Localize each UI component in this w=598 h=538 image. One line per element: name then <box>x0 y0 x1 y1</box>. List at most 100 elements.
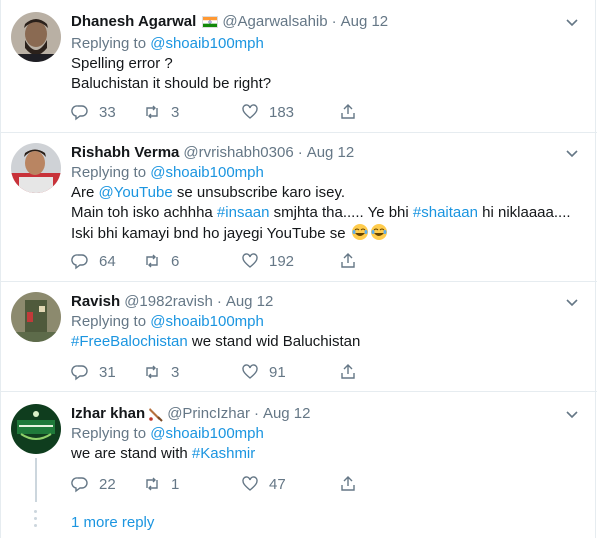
share-button[interactable] <box>339 475 357 493</box>
retweet-button[interactable]: 6 <box>143 252 241 270</box>
handle[interactable]: @rvrishabh0306 <box>183 143 293 163</box>
text-segment: we stand wid Baluchistan <box>187 333 361 350</box>
replying-to-link[interactable]: @shoaib100mph <box>150 164 264 181</box>
laughing-emoji-icon <box>351 224 368 240</box>
retweet-count: 3 <box>171 363 180 381</box>
text-segment: se unsubscribe karo isey. <box>172 184 346 201</box>
reply-button[interactable]: 64 <box>71 252 143 270</box>
retweet-button[interactable]: 3 <box>143 103 241 121</box>
heart-icon <box>242 104 258 119</box>
replying-to-label: Replying to <box>71 35 147 52</box>
tweet[interactable]: Ravish @1982ravish · Aug 12 Replying to … <box>1 282 597 392</box>
retweet-button[interactable]: 3 <box>143 363 241 381</box>
reply-icon <box>71 365 88 381</box>
india-flag-icon <box>202 16 219 28</box>
hashtag-link[interactable]: #insaan <box>217 204 270 221</box>
chevron-down-icon[interactable] <box>565 147 579 161</box>
retweet-count: 6 <box>171 252 180 270</box>
hashtag-link[interactable]: #shaitaan <box>413 204 478 221</box>
like-button[interactable]: 183 <box>241 103 339 121</box>
chevron-down-icon[interactable] <box>565 296 579 310</box>
avatar[interactable] <box>11 143 61 193</box>
tweet-text-line: Spelling error ? <box>71 55 173 72</box>
tweet-text-line: we are stand with #Kashmir <box>71 444 587 464</box>
reply-icon <box>71 105 88 121</box>
hashtag-link[interactable]: #FreeBalochistan <box>71 333 188 350</box>
timestamp[interactable]: Aug 12 <box>226 292 274 312</box>
separator-dot: · <box>253 405 259 422</box>
share-button[interactable] <box>339 252 357 270</box>
text-segment: hi niklaaaa.... <box>477 204 571 221</box>
retweet-button[interactable]: 1 <box>143 475 241 493</box>
reply-count: 31 <box>99 363 116 381</box>
text-segment: Are <box>71 184 99 201</box>
tweet[interactable]: Dhanesh Agarwal @Agarwalsahib · Aug 12 R… <box>1 0 597 133</box>
text-segment: Main toh isko achhha <box>71 204 217 221</box>
text-segment: smjhta tha..... Ye bhi <box>269 204 413 221</box>
separator-dot: · <box>216 293 222 310</box>
timestamp[interactable]: Aug 12 <box>307 143 355 163</box>
retweet-count: 1 <box>171 475 180 493</box>
share-icon <box>341 253 355 268</box>
reply-count: 33 <box>99 103 116 121</box>
timestamp[interactable]: Aug 12 <box>341 12 389 32</box>
display-name[interactable]: Izhar khan <box>71 404 145 424</box>
handle[interactable]: @PrincIzhar <box>167 404 250 424</box>
reply-button[interactable]: 31 <box>71 363 143 381</box>
like-count: 91 <box>269 363 286 381</box>
share-button[interactable] <box>339 103 357 121</box>
heart-icon <box>242 364 258 379</box>
display-name[interactable]: Rishabh Verma <box>71 143 179 163</box>
like-count: 192 <box>269 252 295 270</box>
replying-to-link[interactable]: @shoaib100mph <box>150 313 264 330</box>
tweet-text-line: Are @YouTube se unsubscribe karo isey. <box>71 183 587 203</box>
reply-icon <box>71 254 88 270</box>
share-icon <box>341 364 355 379</box>
avatar[interactable] <box>11 292 61 342</box>
avatar[interactable] <box>11 12 61 62</box>
avatar[interactable] <box>11 404 61 454</box>
replying-to-label: Replying to <box>71 164 147 181</box>
replying-to-link[interactable]: @shoaib100mph <box>150 35 264 52</box>
hashtag-link[interactable]: #Kashmir <box>192 445 255 462</box>
retweet-count: 3 <box>171 103 180 121</box>
tweet-text-line: Iski bhi kamayi bnd ho jayegi YouTube se <box>71 223 587 244</box>
like-button[interactable]: 91 <box>241 363 339 381</box>
tweet-text-line: Main toh isko achhha #insaan smjhta tha.… <box>71 203 587 223</box>
share-icon <box>341 476 355 491</box>
like-count: 47 <box>269 475 286 493</box>
display-name[interactable]: Ravish <box>71 292 120 312</box>
heart-icon <box>242 476 258 491</box>
thread-more-dots <box>34 510 38 531</box>
handle[interactable]: @1982ravish <box>124 292 213 312</box>
like-button[interactable]: 47 <box>241 475 339 493</box>
replying-to-link[interactable]: @shoaib100mph <box>150 425 264 442</box>
tweet-text-line: Baluchistan it should be right? <box>71 75 272 92</box>
reply-count: 64 <box>99 252 116 270</box>
handle[interactable]: @Agarwalsahib <box>222 12 327 32</box>
share-button[interactable] <box>339 363 357 381</box>
text-segment: Iski bhi kamayi bnd ho jayegi YouTube se <box>71 225 346 242</box>
chevron-down-icon[interactable] <box>565 16 579 30</box>
show-more-replies-link[interactable]: 1 more reply <box>71 514 154 531</box>
retweet-icon <box>146 477 158 491</box>
replying-to-label: Replying to <box>71 313 147 330</box>
text-segment: we are stand with <box>71 445 192 462</box>
separator-dot: · <box>297 144 303 161</box>
chevron-down-icon[interactable] <box>565 408 579 422</box>
replying-to-label: Replying to <box>71 425 147 442</box>
display-name[interactable]: Dhanesh Agarwal <box>71 12 196 32</box>
reply-button[interactable]: 22 <box>71 475 143 493</box>
laughing-emoji-icon <box>370 224 387 240</box>
retweet-icon <box>146 254 158 268</box>
timestamp[interactable]: Aug 12 <box>263 404 311 424</box>
reply-button[interactable]: 33 <box>71 103 143 121</box>
reply-icon <box>71 477 88 493</box>
like-count: 183 <box>269 103 295 121</box>
like-button[interactable]: 192 <box>241 252 339 270</box>
tweet-text-line: #FreeBalochistan we stand wid Baluchista… <box>71 332 587 352</box>
mention-link[interactable]: @YouTube <box>99 184 173 201</box>
tweet[interactable]: Rishabh Verma @rvrishabh0306 · Aug 12 Re… <box>1 133 597 282</box>
retweet-icon <box>146 365 158 379</box>
heart-icon <box>242 253 258 268</box>
